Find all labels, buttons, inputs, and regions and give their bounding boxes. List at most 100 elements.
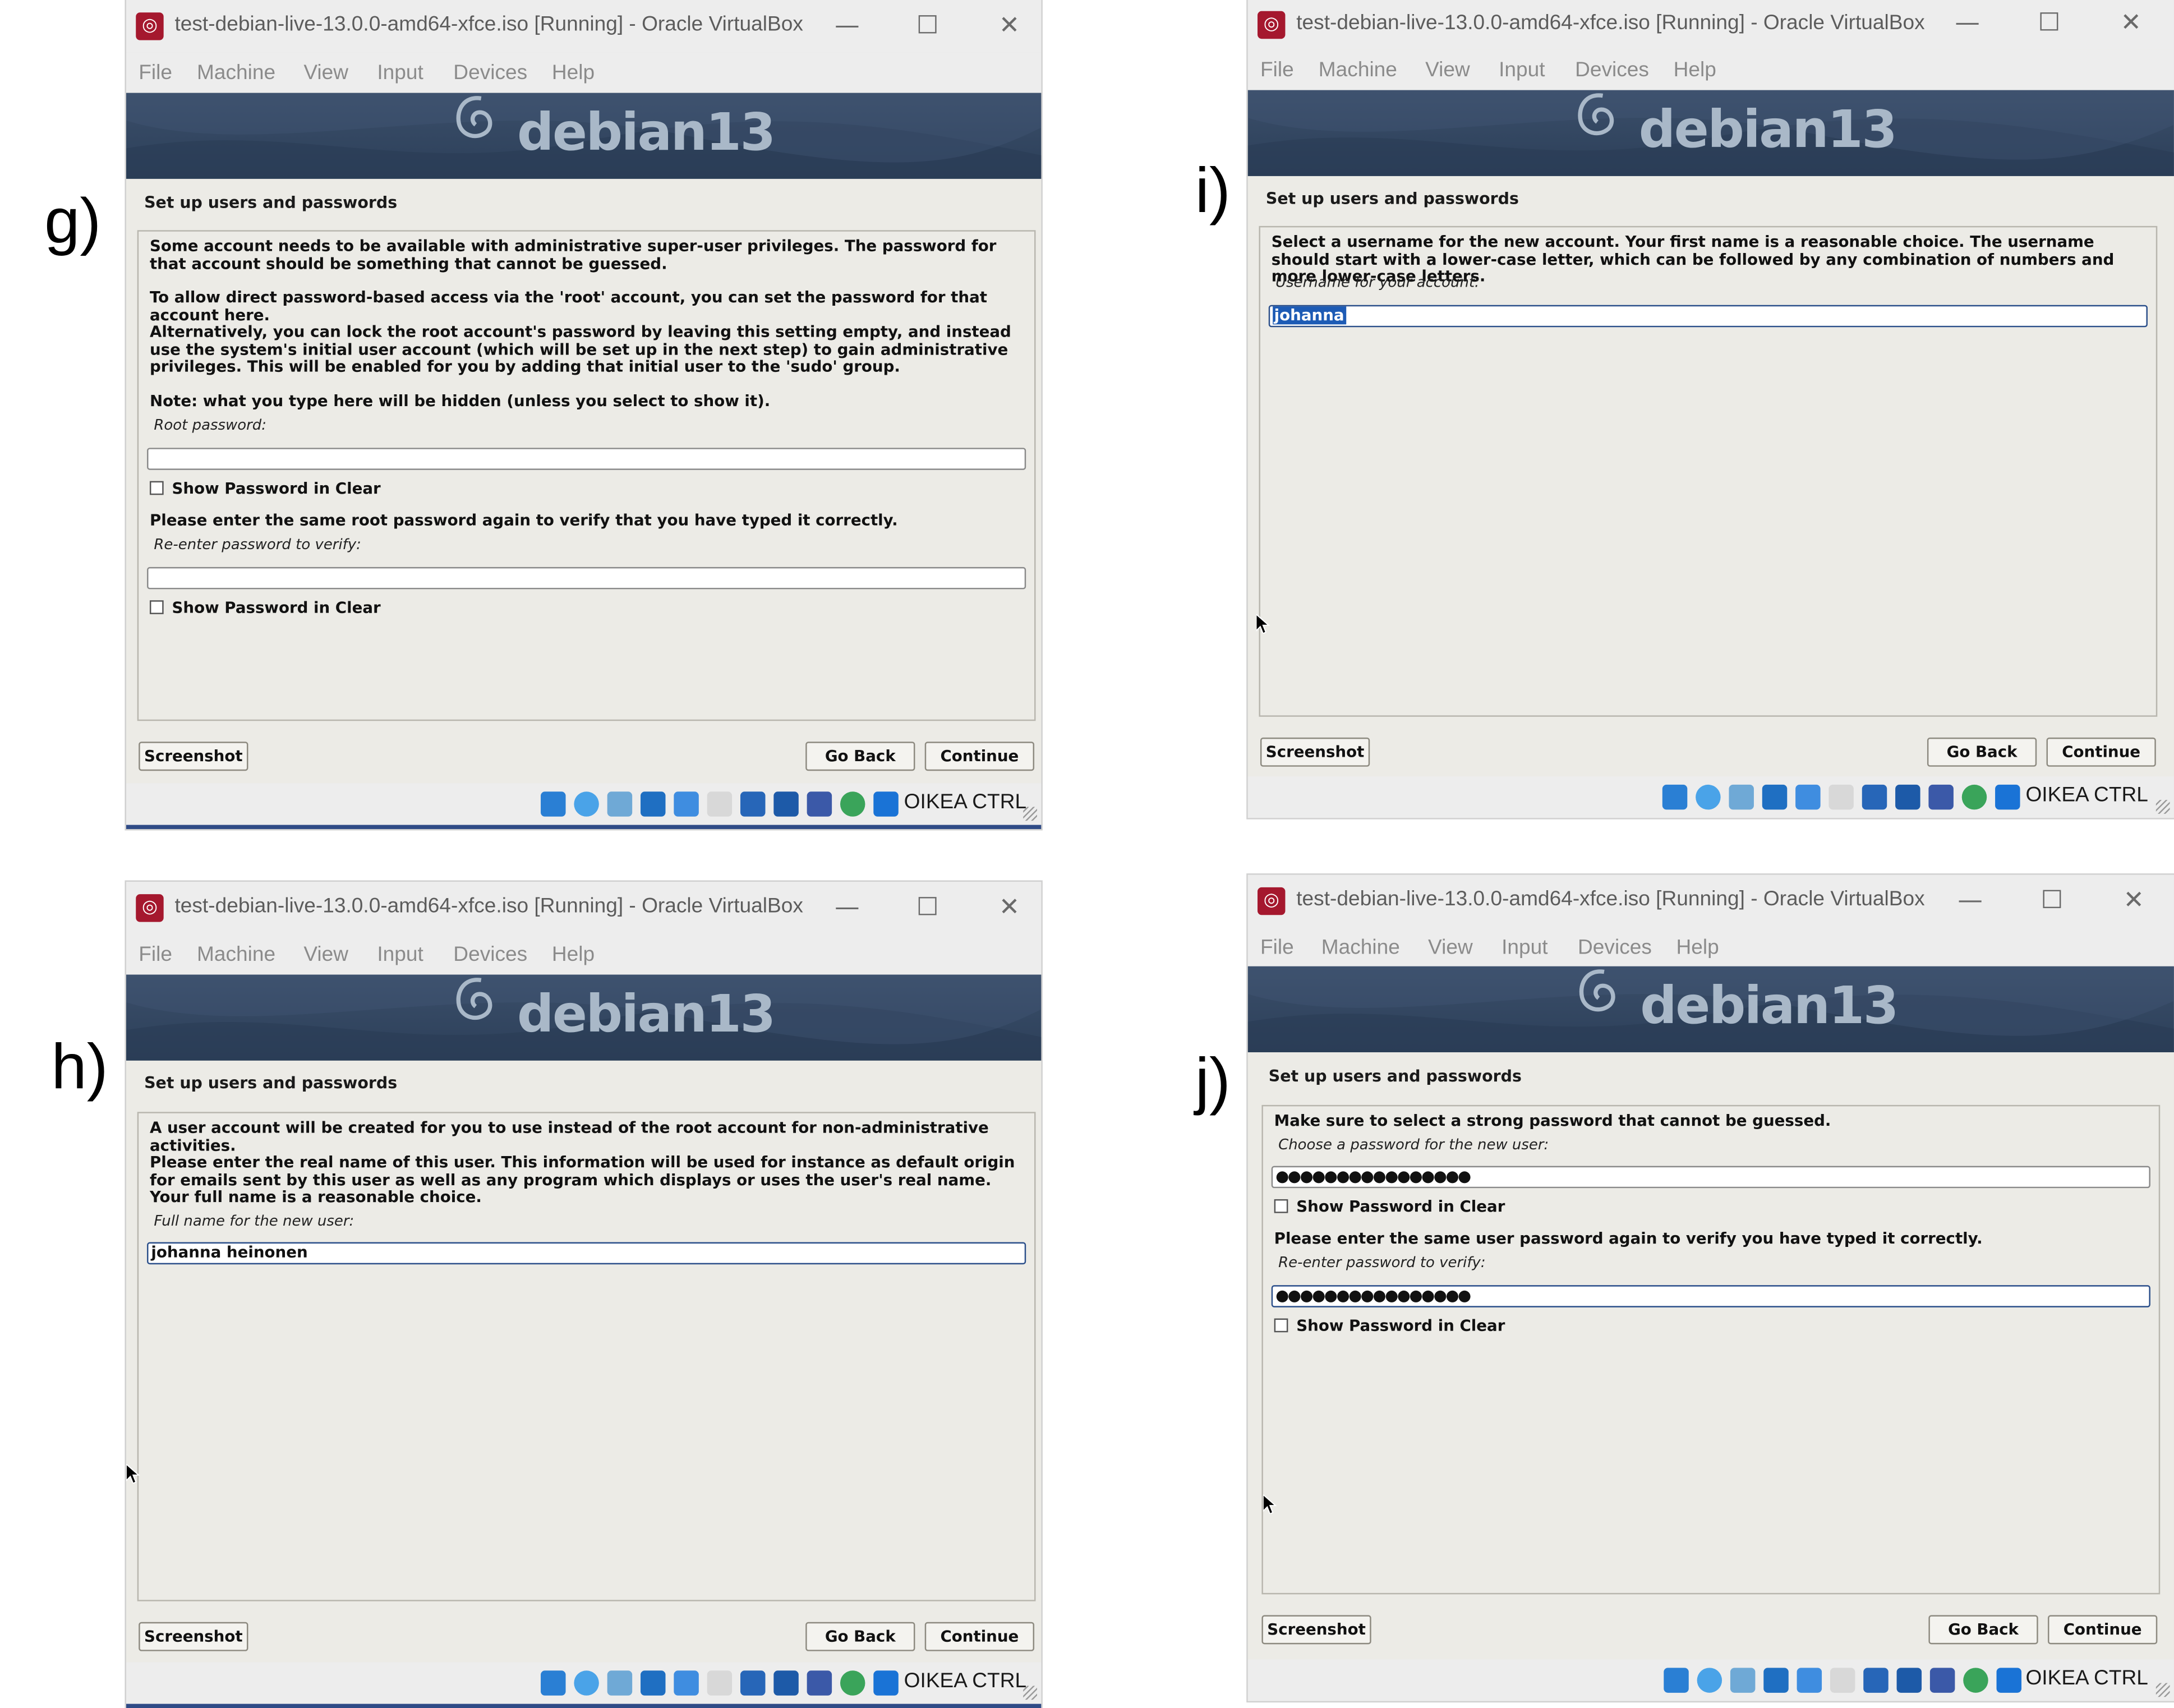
show-password-checkbox[interactable] (149, 600, 164, 614)
continue-button[interactable]: Continue (924, 742, 1035, 771)
reenter-password-field[interactable]: ●●●●●●●●●●●●●●●● (1271, 1285, 2150, 1308)
show-password-checkbox[interactable] (1274, 1318, 1288, 1333)
mouse-integration-icon[interactable] (1963, 1668, 1988, 1693)
go-back-button[interactable]: Go Back (805, 742, 915, 771)
menu-devices[interactable]: Devices (1578, 936, 1652, 959)
menu-machine[interactable]: Machine (1321, 936, 1400, 959)
maximize-icon[interactable]: ☐ (2028, 4, 2070, 43)
menu-help[interactable]: Help (1676, 936, 1719, 959)
recording-icon[interactable] (1895, 784, 1920, 810)
recording-icon[interactable] (773, 791, 799, 817)
vbox-icon[interactable] (1929, 1668, 1955, 1693)
root-password-field[interactable] (147, 448, 1026, 470)
audio-icon[interactable] (1729, 784, 1754, 810)
menu-machine[interactable]: Machine (197, 61, 275, 85)
continue-button[interactable]: Continue (2046, 737, 2156, 767)
harddisk-icon[interactable] (1664, 1668, 1689, 1693)
minimize-icon[interactable]: — (826, 888, 868, 927)
go-back-button[interactable]: Go Back (1928, 1615, 2038, 1645)
display-icon[interactable] (740, 1670, 766, 1696)
show-password-row-1[interactable]: Show Password in Clear (1274, 1198, 1505, 1216)
network-icon[interactable] (641, 1670, 666, 1696)
menu-help[interactable]: Help (1674, 58, 1716, 82)
shared-folder-icon[interactable] (707, 791, 733, 817)
user-password-field[interactable]: ●●●●●●●●●●●●●●●● (1271, 1166, 2150, 1189)
show-password-row-2[interactable]: Show Password in Clear (1274, 1317, 1505, 1335)
display-icon[interactable] (740, 791, 766, 817)
full-name-field[interactable]: johanna heinonen (147, 1242, 1026, 1265)
menu-input[interactable]: Input (377, 943, 423, 966)
close-icon[interactable]: ✕ (2113, 882, 2154, 920)
keyboard-capture-icon[interactable] (1995, 784, 2020, 810)
menu-input[interactable]: Input (1499, 58, 1545, 82)
audio-icon[interactable] (607, 791, 633, 817)
keyboard-capture-icon[interactable] (1996, 1668, 2022, 1693)
recording-icon[interactable] (773, 1670, 799, 1696)
menu-input[interactable]: Input (1501, 936, 1547, 959)
menu-help[interactable]: Help (552, 61, 595, 85)
recording-icon[interactable] (1896, 1668, 1922, 1693)
keyboard-capture-icon[interactable] (873, 1670, 899, 1696)
go-back-button[interactable]: Go Back (1927, 737, 2037, 767)
menu-devices[interactable]: Devices (453, 61, 527, 85)
menu-machine[interactable]: Machine (1319, 58, 1397, 82)
usb-icon[interactable] (1795, 784, 1821, 810)
optical-disc-icon[interactable] (574, 1670, 599, 1696)
screenshot-button[interactable]: Screenshot (139, 1622, 248, 1651)
menu-help[interactable]: Help (552, 943, 595, 966)
screenshot-button[interactable]: Screenshot (139, 742, 248, 771)
usb-icon[interactable] (674, 1670, 699, 1696)
minimize-icon[interactable]: — (826, 7, 868, 45)
audio-icon[interactable] (607, 1670, 633, 1696)
close-icon[interactable]: ✕ (988, 888, 1030, 927)
optical-disc-icon[interactable] (574, 791, 599, 817)
close-icon[interactable]: ✕ (988, 7, 1030, 45)
menu-machine[interactable]: Machine (197, 943, 275, 966)
display-icon[interactable] (1862, 784, 1887, 810)
screenshot-button[interactable]: Screenshot (1260, 737, 1370, 767)
maximize-icon[interactable]: ☐ (907, 888, 948, 927)
audio-icon[interactable] (1730, 1668, 1756, 1693)
continue-button[interactable]: Continue (2047, 1615, 2158, 1645)
vbox-icon[interactable] (807, 791, 832, 817)
usb-icon[interactable] (1797, 1668, 1822, 1693)
usb-icon[interactable] (674, 791, 699, 817)
menu-view[interactable]: View (303, 61, 348, 85)
resize-grip[interactable] (1023, 807, 1037, 821)
menu-devices[interactable]: Devices (453, 943, 527, 966)
mouse-integration-icon[interactable] (840, 791, 865, 817)
close-icon[interactable]: ✕ (2110, 4, 2152, 43)
mouse-integration-icon[interactable] (840, 1670, 865, 1696)
resize-grip[interactable] (2155, 1683, 2170, 1697)
show-password-row-2[interactable]: Show Password in Clear (149, 599, 381, 617)
menu-file[interactable]: File (139, 61, 172, 85)
show-password-checkbox[interactable] (149, 481, 164, 495)
shared-folder-icon[interactable] (1830, 1668, 1855, 1693)
harddisk-icon[interactable] (541, 1670, 566, 1696)
harddisk-icon[interactable] (1662, 784, 1688, 810)
vbox-icon[interactable] (807, 1670, 832, 1696)
screenshot-button[interactable]: Screenshot (1261, 1615, 1371, 1645)
reenter-password-field[interactable] (147, 567, 1026, 590)
menu-devices[interactable]: Devices (1575, 58, 1649, 82)
mouse-integration-icon[interactable] (1961, 784, 1987, 810)
menu-view[interactable]: View (303, 943, 348, 966)
menu-file[interactable]: File (1260, 58, 1294, 82)
show-password-row-1[interactable]: Show Password in Clear (149, 480, 381, 498)
username-field[interactable]: johanna (1268, 305, 2148, 328)
network-icon[interactable] (1763, 1668, 1789, 1693)
vbox-icon[interactable] (1928, 784, 1954, 810)
show-password-checkbox[interactable] (1274, 1199, 1288, 1213)
maximize-icon[interactable]: ☐ (907, 7, 948, 45)
shared-folder-icon[interactable] (1828, 784, 1854, 810)
network-icon[interactable] (641, 791, 666, 817)
optical-disc-icon[interactable] (1697, 1668, 1722, 1693)
optical-disc-icon[interactable] (1696, 784, 1721, 810)
go-back-button[interactable]: Go Back (805, 1622, 915, 1651)
menu-view[interactable]: View (1428, 936, 1473, 959)
shared-folder-icon[interactable] (707, 1670, 733, 1696)
display-icon[interactable] (1863, 1668, 1889, 1693)
maximize-icon[interactable]: ☐ (2031, 882, 2072, 920)
harddisk-icon[interactable] (541, 791, 566, 817)
resize-grip[interactable] (1023, 1686, 1037, 1700)
